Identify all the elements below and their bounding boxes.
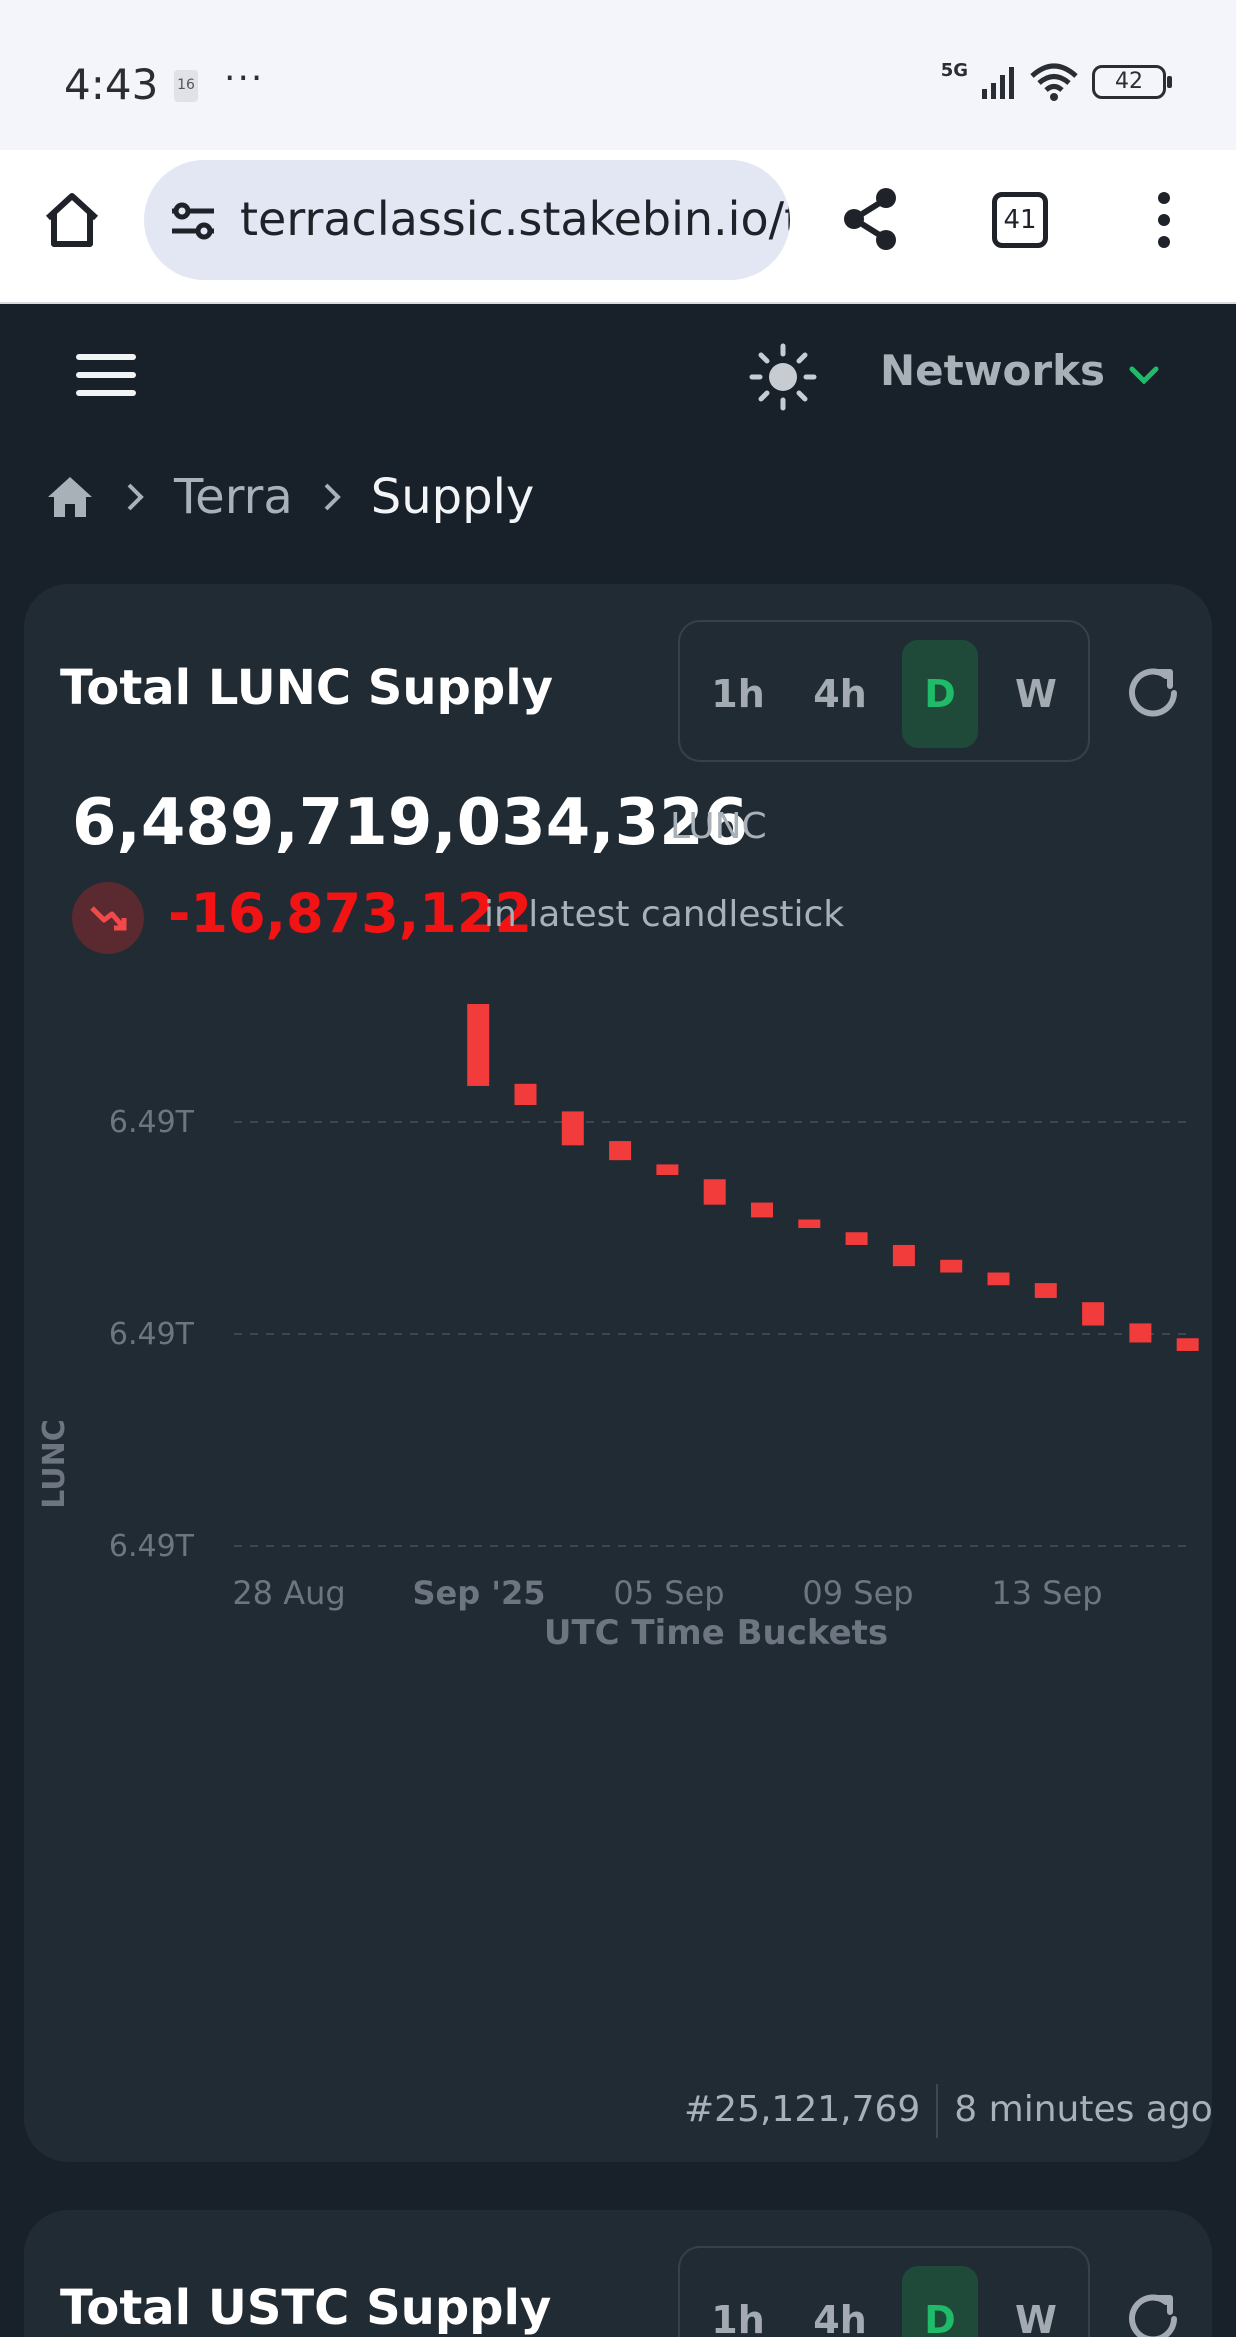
candle[interactable] xyxy=(467,1004,490,1086)
home-icon[interactable] xyxy=(40,188,104,252)
share-icon[interactable] xyxy=(836,184,906,254)
theme-toggle-icon[interactable] xyxy=(748,342,818,412)
chevron-right-icon xyxy=(127,483,144,511)
supply-unit: LUNC xyxy=(670,806,767,847)
url-text[interactable]: terraclassic.stakebin.io/t xyxy=(240,192,790,246)
ustc-supply-card: Total USTC Supply 1h 4h D W xyxy=(24,2210,1212,2337)
block-height[interactable]: #25,121,769 xyxy=(684,2089,920,2130)
range-4h-button[interactable]: 4h xyxy=(802,640,878,748)
range-selector: 1h 4h D W xyxy=(678,620,1090,762)
status-bar: 4:43 16 ··· 5G 42 xyxy=(0,0,1236,150)
range-1h-button[interactable]: 1h xyxy=(700,2266,776,2337)
candle[interactable] xyxy=(940,1259,963,1273)
notification-badge: 16 xyxy=(174,70,198,102)
candle[interactable] xyxy=(1034,1283,1057,1298)
more-menu-icon[interactable] xyxy=(1144,190,1184,250)
wifi-icon xyxy=(1030,63,1078,101)
candle[interactable] xyxy=(1129,1323,1152,1343)
status-time: 4:43 xyxy=(64,60,159,109)
candle[interactable] xyxy=(892,1244,915,1267)
candle[interactable] xyxy=(703,1179,726,1205)
updated-time: 8 minutes ago xyxy=(954,2089,1213,2130)
candle[interactable] xyxy=(798,1219,821,1228)
x-tick-label: 09 Sep xyxy=(802,1574,913,1612)
browser-toolbar: terraclassic.stakebin.io/t 41 xyxy=(0,150,1236,304)
range-w-button[interactable]: W xyxy=(998,640,1074,748)
divider xyxy=(936,2084,939,2138)
candle[interactable] xyxy=(1176,1338,1199,1351)
delta-caption: in latest candlestick xyxy=(484,894,845,935)
range-4h-button[interactable]: 4h xyxy=(802,2266,878,2337)
card-title: Total USTC Supply xyxy=(60,2280,552,2336)
chevron-down-icon[interactable] xyxy=(1126,360,1162,390)
chevron-right-icon xyxy=(324,483,341,511)
candle[interactable] xyxy=(1082,1302,1105,1326)
network-type: 5G xyxy=(940,59,968,81)
range-w-button[interactable]: W xyxy=(998,2266,1074,2337)
y-tick-label: 6.49T xyxy=(109,1105,195,1140)
lunc-supply-card: Total LUNC Supply 1h 4h D W 6,489,719,03… xyxy=(24,584,1213,2162)
x-axis-label: UTC Time Buckets xyxy=(544,1613,888,1653)
x-tick-label: 05 Sep xyxy=(613,1574,724,1612)
candle[interactable] xyxy=(656,1164,679,1175)
y-tick-label: 6.49T xyxy=(109,1529,195,1564)
candle[interactable] xyxy=(987,1272,1010,1286)
breadcrumb-supply: Supply xyxy=(370,469,535,525)
supply-candlestick-chart: LUNC UTC Time Buckets 6.49T6.49T6.49T6.4… xyxy=(37,1004,1199,1653)
x-tick-label: 28 Aug xyxy=(232,1574,345,1612)
site-settings-icon[interactable] xyxy=(168,196,218,246)
refresh-icon[interactable] xyxy=(1120,660,1186,726)
x-tick-label: Sep '25 xyxy=(412,1574,545,1612)
candle[interactable] xyxy=(751,1202,773,1218)
trending-down-icon xyxy=(72,882,144,954)
range-d-button[interactable]: D xyxy=(902,2266,978,2337)
address-bar[interactable]: terraclassic.stakebin.io/t xyxy=(144,160,790,280)
networks-dropdown[interactable]: Networks xyxy=(880,346,1105,395)
status-icons: 5G 42 xyxy=(940,59,1172,102)
supply-value: 6,489,719,034,326 xyxy=(72,786,749,860)
breadcrumb: Terra Supply xyxy=(44,462,534,532)
y-tick-label: 6.49T xyxy=(109,1317,195,1352)
hamburger-menu-icon[interactable] xyxy=(76,354,136,398)
more-notifications-icon: ··· xyxy=(224,58,265,99)
supply-delta: -16,873,122 xyxy=(168,882,533,945)
range-1h-button[interactable]: 1h xyxy=(700,640,776,748)
breadcrumb-terra[interactable]: Terra xyxy=(174,469,293,525)
refresh-icon[interactable] xyxy=(1120,2286,1186,2337)
candle[interactable] xyxy=(609,1141,632,1161)
y-axis-label: LUNC xyxy=(37,1419,72,1509)
last-update: #25,121,769 8 minutes ago xyxy=(684,2084,1213,2138)
card-title: Total LUNC Supply xyxy=(60,660,554,716)
app-header: Networks xyxy=(0,306,1236,436)
tab-switcher-button[interactable]: 41 xyxy=(992,192,1048,248)
candle[interactable] xyxy=(561,1111,584,1146)
breadcrumb-home-icon[interactable] xyxy=(44,471,96,523)
candle[interactable] xyxy=(845,1232,868,1245)
range-selector: 1h 4h D W xyxy=(678,2246,1090,2337)
battery-icon: 42 xyxy=(1092,65,1172,99)
range-d-button[interactable]: D xyxy=(902,640,978,748)
x-tick-label: 13 Sep xyxy=(991,1574,1102,1612)
signal-icon xyxy=(982,67,1014,99)
candle[interactable] xyxy=(514,1083,537,1106)
